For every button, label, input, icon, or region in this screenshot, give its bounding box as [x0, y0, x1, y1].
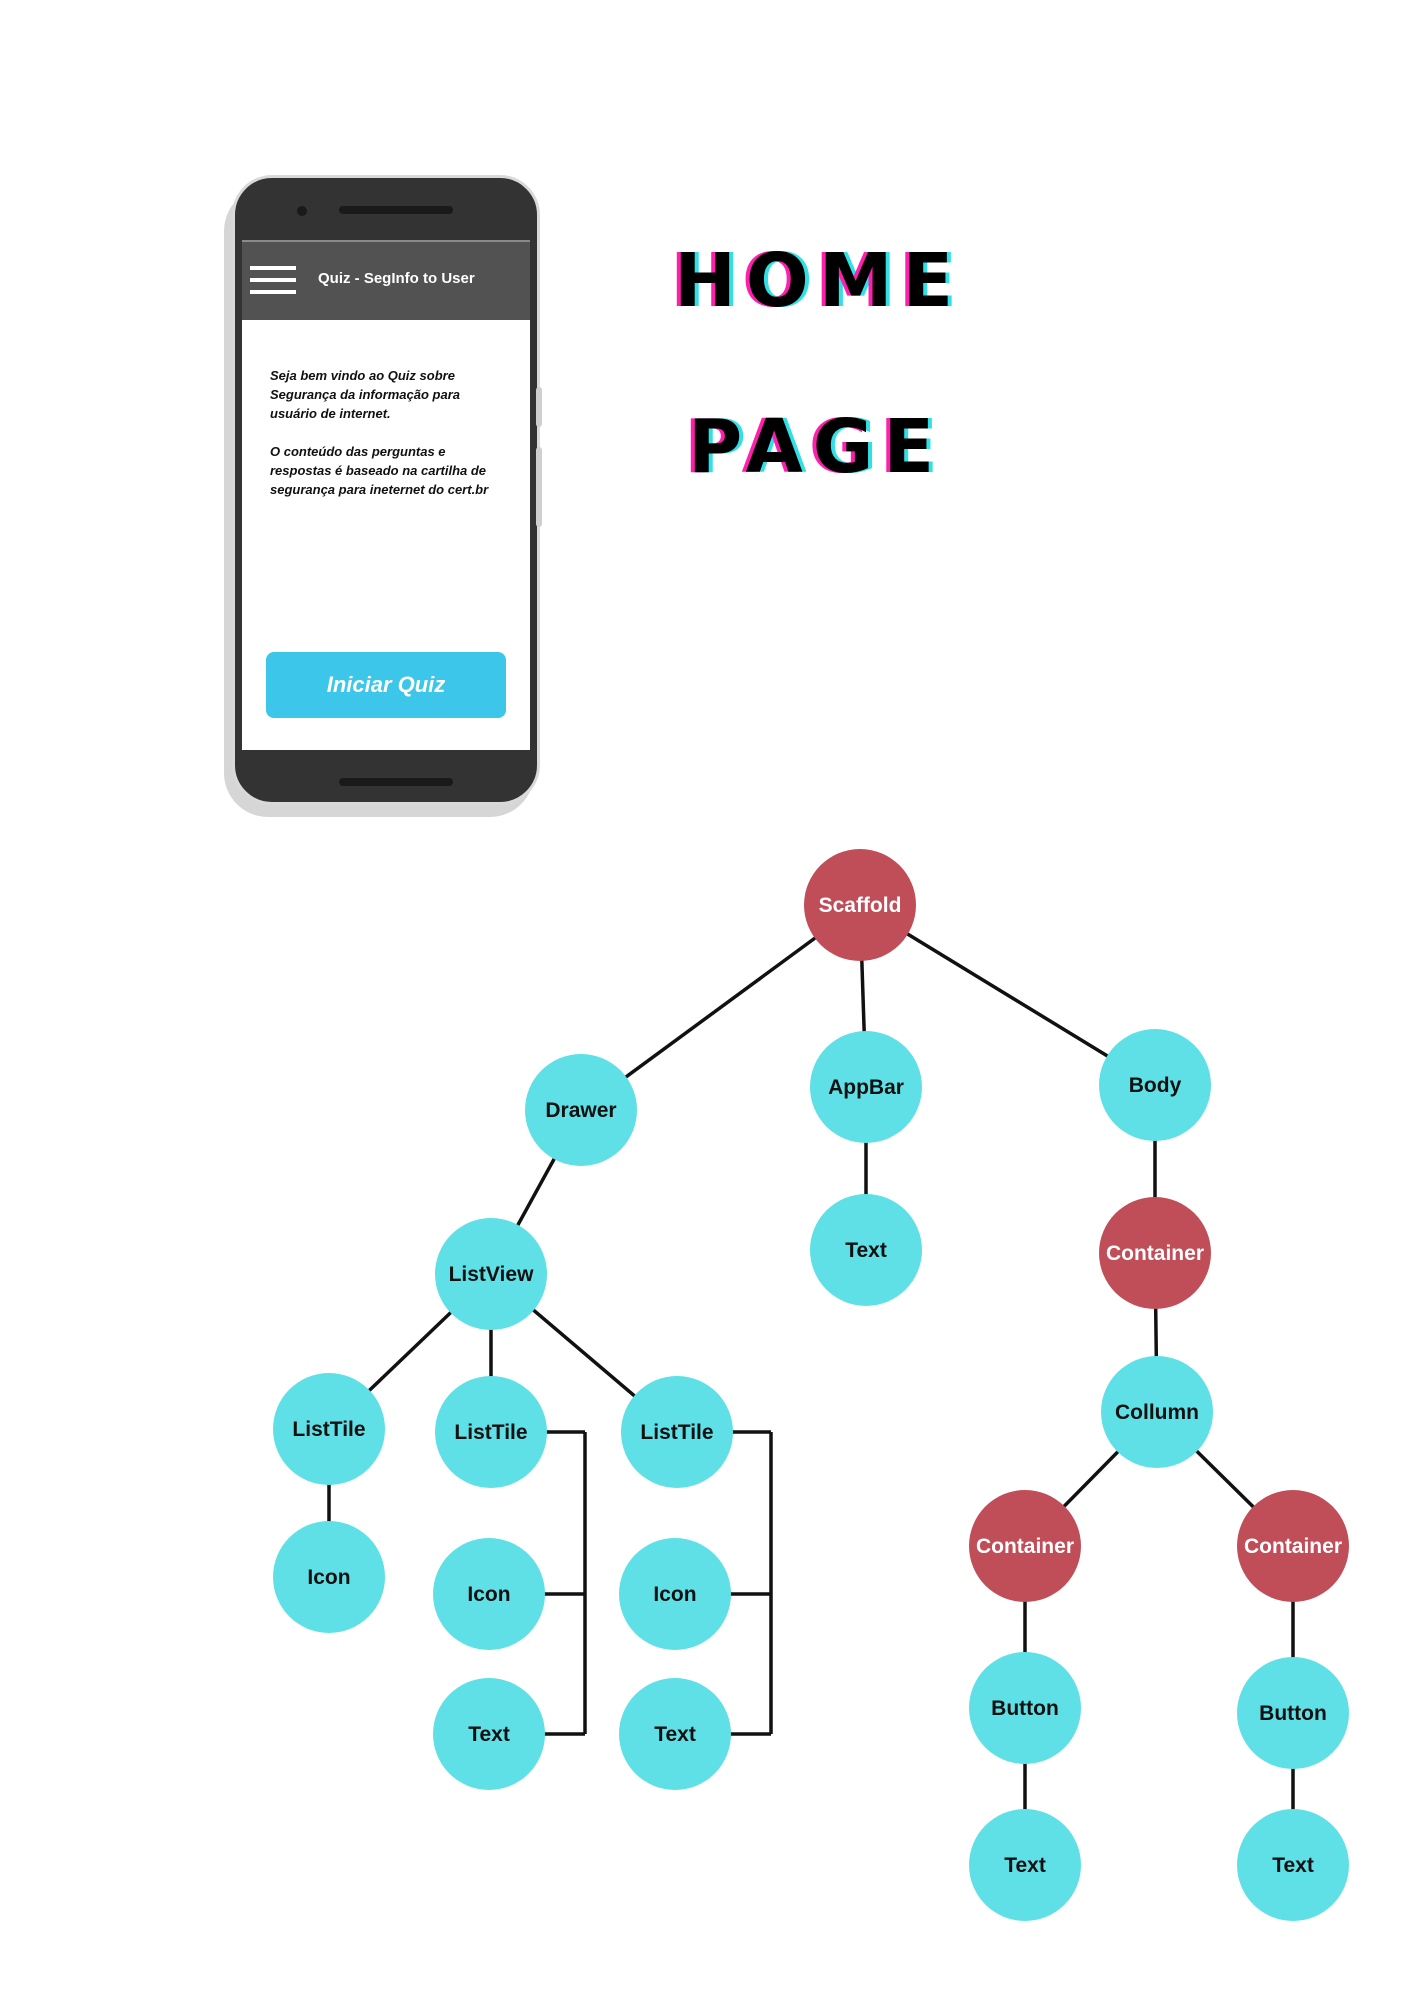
node-text3: Text [619, 1678, 731, 1790]
node-label-container2: Container [976, 1535, 1074, 1558]
node-button2-text: Text [1237, 1809, 1349, 1921]
node-icon3: Icon [619, 1538, 731, 1650]
node-appbar-text: Text [810, 1194, 922, 1306]
node-scaffold: Scaffold [804, 849, 916, 961]
node-label-listview: ListView [449, 1263, 534, 1286]
node-label-body: Body [1129, 1074, 1182, 1097]
node-body: Body [1099, 1029, 1211, 1141]
node-label-appbar: AppBar [828, 1076, 904, 1099]
node-label-icon2: Icon [467, 1583, 510, 1606]
node-button1: Button [969, 1652, 1081, 1764]
node-listtile3: ListTile [621, 1376, 733, 1488]
node-listtile1: ListTile [273, 1373, 385, 1485]
node-drawer: Drawer [525, 1054, 637, 1166]
node-container2: Container [969, 1490, 1081, 1602]
node-container1: Container [1099, 1197, 1211, 1309]
node-icon1: Icon [273, 1521, 385, 1633]
node-label-button2-text: Text [1272, 1854, 1314, 1877]
node-label-listtile1: ListTile [292, 1418, 365, 1441]
node-label-listtile3: ListTile [640, 1421, 713, 1444]
node-listtile2: ListTile [435, 1376, 547, 1488]
node-label-text3: Text [654, 1723, 696, 1746]
node-label-listtile2: ListTile [454, 1421, 527, 1444]
node-label-icon3: Icon [653, 1583, 696, 1606]
node-label-button2: Button [1259, 1702, 1327, 1725]
node-label-button1: Button [991, 1697, 1059, 1720]
node-icon2: Icon [433, 1538, 545, 1650]
node-label-button1-text: Text [1004, 1854, 1046, 1877]
node-label-scaffold: Scaffold [819, 894, 902, 917]
node-label-drawer: Drawer [545, 1099, 616, 1122]
node-label-icon1: Icon [307, 1566, 350, 1589]
node-listview: ListView [435, 1218, 547, 1330]
node-label-appbar-text: Text [845, 1239, 887, 1262]
node-label-container3: Container [1244, 1535, 1342, 1558]
node-label-text2: Text [468, 1723, 510, 1746]
node-collumn: Collumn [1101, 1356, 1213, 1468]
node-button2: Button [1237, 1657, 1349, 1769]
node-container3: Container [1237, 1490, 1349, 1602]
node-label-container1: Container [1106, 1242, 1204, 1265]
tree-nodes: Scaffold Drawer AppBar Body Text Container Lis… [273, 849, 1349, 1921]
node-text2: Text [433, 1678, 545, 1790]
widget-tree-diagram: Scaffold Drawer AppBar Body Text Container Lis… [273, 849, 1349, 1921]
node-button1-text: Text [969, 1809, 1081, 1921]
node-appbar: AppBar [810, 1031, 922, 1143]
node-label-collumn: Collumn [1115, 1401, 1199, 1424]
